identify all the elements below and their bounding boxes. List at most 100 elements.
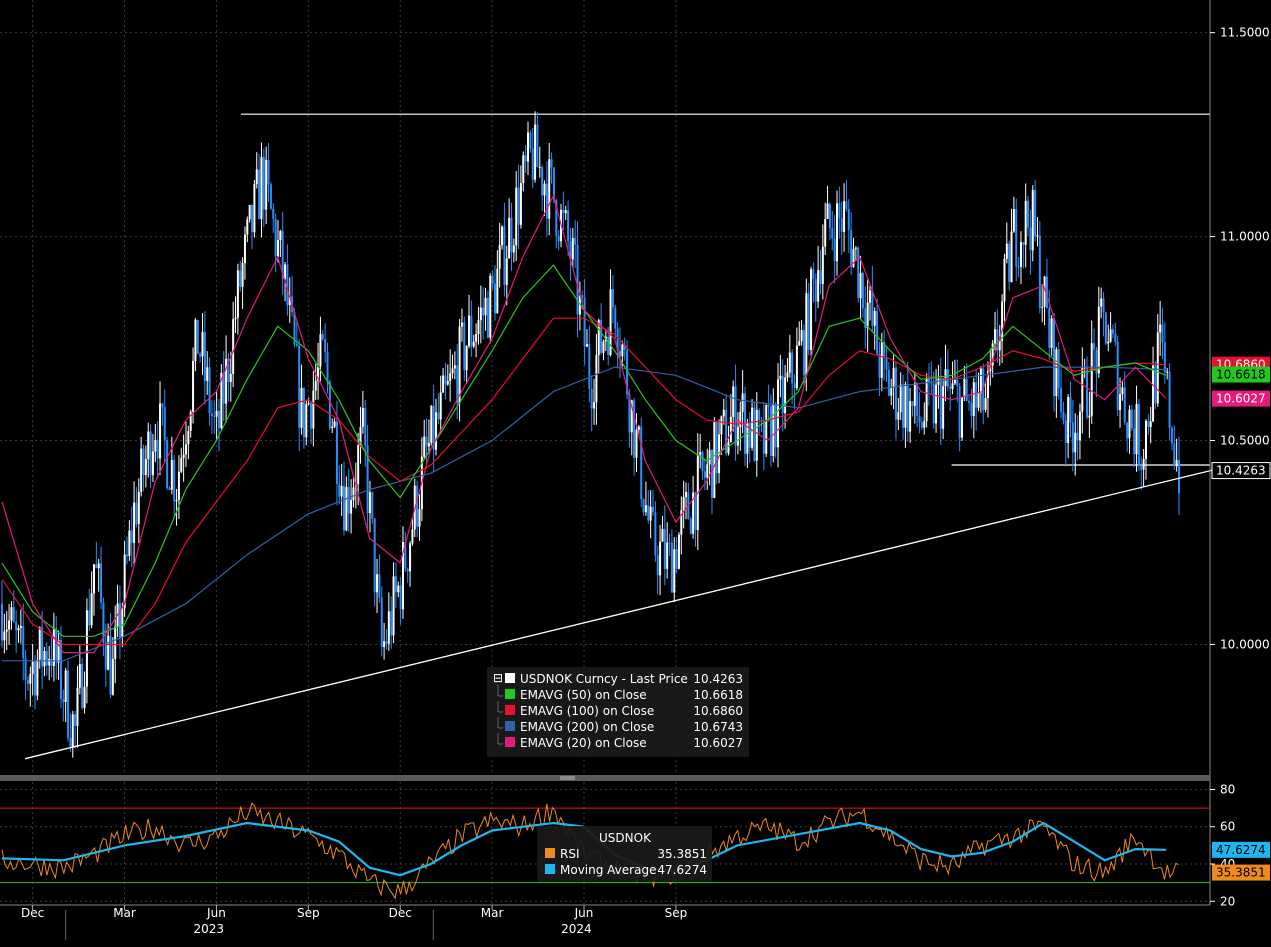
candle-body-402 [949, 386, 952, 389]
candle-body-32 [76, 687, 79, 726]
candle-body-34 [81, 664, 84, 708]
candle-body-108 [255, 169, 258, 185]
candle-body-289 [682, 497, 685, 511]
candle-body-41 [97, 563, 100, 569]
candle-body-305 [720, 416, 723, 435]
candle-body-55 [130, 530, 133, 543]
candle-body-351 [828, 203, 831, 229]
candle-body-379 [894, 367, 897, 420]
candle-body-28 [67, 670, 70, 738]
candle-body-217 [512, 245, 515, 253]
candle-body-450 [1062, 411, 1065, 421]
candle-body-103 [243, 234, 246, 263]
year-label-0: 2023 [193, 922, 224, 936]
candle-body-140 [331, 426, 334, 429]
candle-body-82 [194, 319, 197, 362]
price-candles [1, 111, 1181, 758]
candle-body-334 [788, 352, 791, 373]
candle-body-148 [350, 500, 353, 514]
candle-body-401 [946, 368, 949, 387]
candle-body-449 [1060, 387, 1063, 412]
candle-body-189 [446, 381, 449, 385]
candle-body-177 [418, 509, 421, 527]
candle-body-85 [201, 332, 204, 357]
candle-body-129 [305, 404, 308, 438]
candle-body-120 [284, 264, 287, 279]
candle-body-192 [453, 365, 456, 369]
candle-body-461 [1088, 415, 1091, 418]
candle-body-428 [1010, 231, 1013, 282]
candle-body-373 [880, 341, 883, 378]
candle-body-408 [963, 378, 966, 398]
candle-body-375 [885, 356, 888, 370]
candle-body-405 [956, 379, 959, 387]
candle-body-498 [1175, 459, 1178, 467]
candle-body-249 [588, 344, 591, 389]
candle-body-42 [100, 563, 103, 603]
candle-body-470 [1109, 329, 1112, 342]
price-legend: ⊟ USDNOK Curncy - Last Price 10.4263 EMAVG … [487, 667, 749, 757]
candle-body-355 [838, 203, 841, 219]
candle-body-72 [170, 459, 173, 490]
candle-body-481 [1135, 403, 1138, 455]
candle-body-187 [442, 375, 445, 393]
candle-body-396 [935, 384, 938, 424]
candle-body-343 [810, 269, 813, 350]
candle-body-415 [979, 368, 982, 394]
candle-body-153 [361, 407, 364, 427]
candle-body-255 [602, 341, 605, 353]
price-tick-label-1: 11.0000 [1220, 230, 1270, 244]
candle-body-495 [1168, 371, 1171, 428]
candle-body-139 [328, 381, 331, 429]
candle-body-202 [477, 320, 480, 335]
candle-body-466 [1100, 298, 1103, 307]
candle-body-342 [807, 293, 810, 350]
candle-body-294 [694, 492, 697, 530]
candle-body-104 [246, 219, 249, 235]
candle-body-409 [965, 378, 968, 401]
candle-body-179 [423, 436, 426, 457]
candle-body-102 [241, 262, 244, 287]
candle-body-333 [786, 372, 789, 378]
candle-body-276 [652, 506, 655, 513]
candle-body-51 [121, 608, 124, 638]
candle-body-283 [668, 542, 671, 544]
rsi-legend-title: USDNOK [599, 831, 652, 845]
candle-body-353 [833, 238, 836, 262]
candle-body-268 [633, 400, 636, 458]
candle-body-477 [1126, 422, 1129, 439]
candle-body-133 [314, 380, 317, 391]
candle-body-168 [397, 585, 400, 593]
candle-body-195 [460, 322, 463, 327]
candle-body-479 [1130, 409, 1133, 429]
candle-body-64 [151, 451, 154, 475]
candle-body-14 [34, 661, 37, 696]
candle-body-40 [95, 564, 98, 569]
candle-body-36 [85, 610, 88, 687]
candle-body-359 [847, 209, 850, 231]
candle-body-218 [515, 187, 518, 246]
candle-body-247 [583, 297, 586, 347]
candle-body-493 [1163, 342, 1166, 373]
candle-body-27 [64, 670, 67, 703]
candle-body-35 [83, 686, 86, 708]
candle-body-417 [984, 397, 987, 411]
candle-body-190 [449, 373, 452, 382]
candle-body-196 [463, 322, 466, 371]
candle-body-33 [78, 664, 81, 688]
panel-divider[interactable] [0, 775, 1210, 781]
candle-body-388 [916, 383, 919, 416]
candle-body-159 [376, 574, 379, 593]
candle-body-19 [45, 651, 48, 666]
candle-body-473 [1116, 341, 1119, 411]
candle-body-404 [953, 379, 956, 384]
rsi-legend-swatch-1 [545, 864, 555, 874]
candle-body-92 [218, 410, 221, 428]
candle-body-243 [574, 238, 577, 245]
legend-row-name-0: EMAVG (50) on Close [520, 688, 647, 702]
candle-body-400 [944, 368, 947, 387]
candle-body-499 [1178, 459, 1181, 494]
candle-body-163 [385, 641, 388, 644]
candle-body-329 [777, 379, 780, 448]
candle-body-298 [703, 471, 706, 478]
